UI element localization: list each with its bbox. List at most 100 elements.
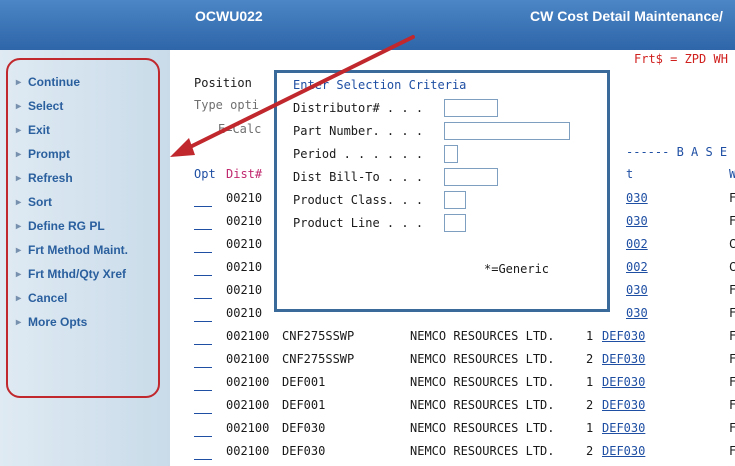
dist-cell: 00210: [226, 237, 263, 251]
dist-cell: 00210: [226, 283, 263, 297]
cost-code-link[interactable]: DEF030: [602, 329, 645, 343]
option-input[interactable]: [194, 390, 212, 391]
dist-cell: 002100: [226, 329, 270, 343]
base-column-group-header: ------ B A S E: [626, 145, 728, 159]
sidebar-item-label: Prompt: [28, 147, 70, 161]
sidebar-item-define-rg-pl[interactable]: ▸ Define RG PL: [16, 214, 128, 238]
seq-cell: 2: [586, 398, 594, 412]
w-cell: F: [729, 398, 735, 412]
w-cell: F: [729, 306, 735, 320]
name-cell: NEMCO RESOURCES LTD.: [410, 444, 555, 458]
distributor-input[interactable]: [444, 99, 498, 117]
sidebar-item-label: Continue: [28, 75, 80, 89]
sidebar-menu: ▸ Continue ▸ Select ▸ Exit ▸ Prompt ▸ Refresh…: [16, 70, 128, 334]
cost-code-link[interactable]: 030: [626, 306, 648, 320]
header-bar: OCWU022 CW Cost Detail Maintenance/: [0, 0, 735, 50]
chevron-right-icon: ▸: [16, 220, 22, 232]
cost-code-link[interactable]: 030: [626, 214, 648, 228]
option-input[interactable]: [194, 459, 212, 460]
option-input[interactable]: [194, 367, 212, 368]
sidebar-item-label: More Opts: [28, 315, 88, 329]
cost-code-link[interactable]: 030: [626, 283, 648, 297]
position-label: Position: [194, 76, 252, 90]
w-cell: F: [729, 191, 735, 205]
product-line-input[interactable]: [444, 214, 466, 232]
table-row: 002100 DEF001 NEMCO RESOURCES LTD. 1 DEF030 F: [170, 375, 735, 397]
option-input[interactable]: [194, 436, 212, 437]
table-row: 002100 CNF275SSWP NEMCO RESOURCES LTD. 2 DEF…: [170, 352, 735, 374]
dist-cell: 002100: [226, 375, 270, 389]
sidebar-item-label: Refresh: [28, 171, 73, 185]
option-input[interactable]: [194, 298, 212, 299]
w-cell: F: [729, 329, 735, 343]
chevron-right-icon: ▸: [16, 124, 22, 136]
chevron-right-icon: ▸: [16, 292, 22, 304]
product-class-input[interactable]: [444, 191, 466, 209]
option-input[interactable]: [194, 344, 212, 345]
name-cell: NEMCO RESOURCES LTD.: [410, 329, 555, 343]
seq-cell: 1: [586, 421, 594, 435]
sidebar-item-refresh[interactable]: ▸ Refresh: [16, 166, 128, 190]
column-header-t: t: [626, 167, 634, 181]
cost-code-link[interactable]: 002: [626, 260, 648, 274]
option-input[interactable]: [194, 275, 212, 276]
sidebar-item-label: Select: [28, 99, 64, 113]
seq-cell: 1: [586, 375, 594, 389]
sidebar-item-frt-mthd-qty-xref[interactable]: ▸ Frt Mthd/Qty Xref: [16, 262, 128, 286]
chevron-right-icon: ▸: [16, 100, 22, 112]
sidebar-item-select[interactable]: ▸ Select: [16, 94, 128, 118]
sidebar-item-more-opts[interactable]: ▸ More Opts: [16, 310, 128, 334]
generic-note: *=Generic: [484, 262, 550, 276]
option-input[interactable]: [194, 413, 212, 414]
chevron-right-icon: ▸: [16, 244, 22, 256]
dist-bill-to-label: Dist Bill-To . . .: [293, 170, 424, 184]
dist-cell: 00210: [226, 191, 263, 205]
part-number-input[interactable]: [444, 122, 570, 140]
sidebar-item-continue[interactable]: ▸ Continue: [16, 70, 128, 94]
sidebar-item-label: Frt Mthd/Qty Xref: [28, 267, 126, 281]
sidebar-item-label: Sort: [28, 195, 52, 209]
frt-note: Frt$ = ZPD WH: [634, 52, 728, 66]
product-class-label: Product Class. . .: [293, 193, 424, 207]
table-row: 002100 DEF030 NEMCO RESOURCES LTD. 1 DEF030 F: [170, 421, 735, 443]
w-cell: F: [729, 375, 735, 389]
chevron-right-icon: ▸: [16, 268, 22, 280]
w-cell: F: [729, 444, 735, 458]
period-input[interactable]: [444, 145, 458, 163]
cost-code-link[interactable]: DEF030: [602, 444, 645, 458]
sidebar-item-frt-method-maint[interactable]: ▸ Frt Method Maint.: [16, 238, 128, 262]
dist-cell: 00210: [226, 214, 263, 228]
table-row: 002100 DEF030 NEMCO RESOURCES LTD. 2 DEF030 F: [170, 444, 735, 466]
period-label: Period . . . . . .: [293, 147, 424, 161]
option-input[interactable]: [194, 229, 212, 230]
distributor-label: Distributor# . . .: [293, 101, 424, 115]
chevron-right-icon: ▸: [16, 172, 22, 184]
cost-code-link[interactable]: DEF030: [602, 398, 645, 412]
product-line-label: Product Line . . .: [293, 216, 424, 230]
sidebar-item-sort[interactable]: ▸ Sort: [16, 190, 128, 214]
cost-code-link[interactable]: DEF030: [602, 421, 645, 435]
chevron-right-icon: ▸: [16, 148, 22, 160]
column-header-dist: Dist#: [226, 167, 263, 181]
sidebar-item-cancel[interactable]: ▸ Cancel: [16, 286, 128, 310]
dist-cell: 002100: [226, 352, 270, 366]
dist-bill-to-input[interactable]: [444, 168, 498, 186]
w-cell: F: [729, 214, 735, 228]
part-cell: DEF001: [282, 398, 326, 412]
sidebar-item-prompt[interactable]: ▸ Prompt: [16, 142, 128, 166]
seq-cell: 2: [586, 444, 594, 458]
cost-code-link[interactable]: DEF030: [602, 352, 645, 366]
option-input[interactable]: [194, 321, 212, 322]
table-row: 002100 CNF275SSWP NEMCO RESOURCES LTD. 1 DEF…: [170, 329, 735, 351]
column-header-w: W: [729, 167, 735, 181]
sidebar-item-exit[interactable]: ▸ Exit: [16, 118, 128, 142]
option-input[interactable]: [194, 252, 212, 253]
option-input[interactable]: [194, 206, 212, 207]
part-cell: CNF275SSWP: [282, 352, 355, 366]
cost-code-link[interactable]: 002: [626, 237, 648, 251]
cost-code-link[interactable]: 030: [626, 191, 648, 205]
main-screen: Frt$ = ZPD WH Position Type opti E=Calc …: [170, 50, 735, 466]
cost-code-link[interactable]: DEF030: [602, 375, 645, 389]
name-cell: NEMCO RESOURCES LTD.: [410, 352, 555, 366]
dist-cell: 00210: [226, 306, 263, 320]
